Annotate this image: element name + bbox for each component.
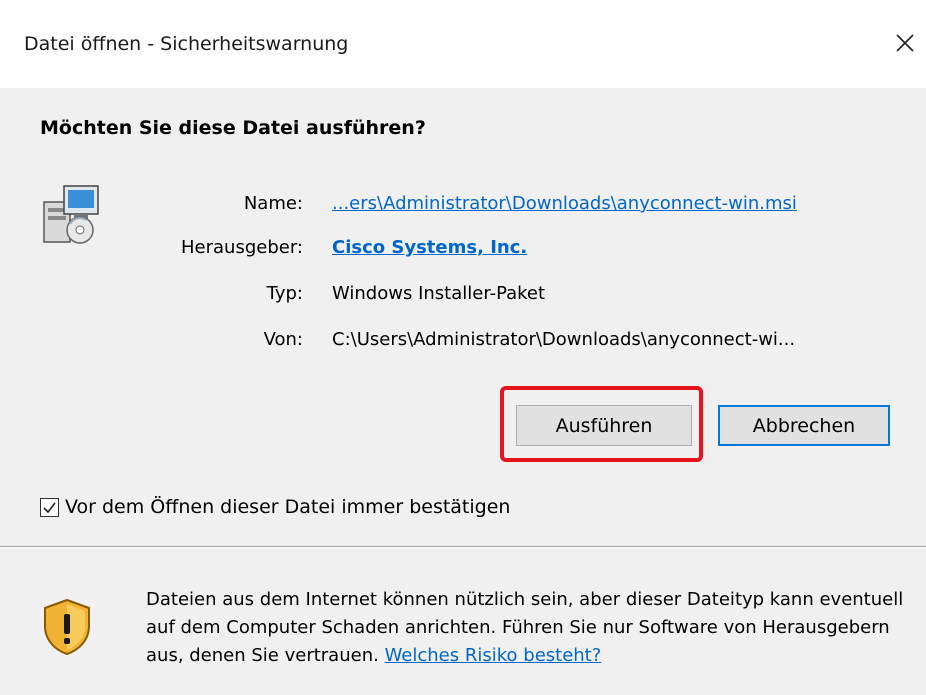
checkmark-icon [43,502,56,513]
close-icon [896,34,914,52]
warning-text: Dateien aus dem Internet können nützlich… [146,586,922,670]
confirm-checkbox-label: Vor dem Öffnen dieser Datei immer bestät… [65,496,511,518]
dialog-heading: Möchten Sie diese Datei ausführen? [40,117,426,139]
cancel-button[interactable]: Abbrechen [718,405,890,446]
close-button[interactable] [888,26,922,60]
type-label: Typ: [266,283,303,304]
type-value: Windows Installer-Paket [332,283,546,304]
window-title: Datei öffnen - Sicherheitswarnung [24,33,349,55]
run-button[interactable]: Ausführen [516,405,692,446]
shield-warning-icon [44,598,90,656]
name-label: Name: [243,193,303,214]
confirm-checkbox-row[interactable]: Vor dem Öffnen dieser Datei immer bestät… [40,496,510,518]
confirm-checkbox[interactable] [40,497,59,517]
divider-highlight [0,547,926,548]
title-bar: Datei öffnen - Sicherheitswarnung [0,0,926,88]
publisher-link[interactable]: Cisco Systems, Inc. [332,237,527,258]
from-label: Von: [263,329,303,350]
file-name-link[interactable]: ...ers\Administrator\Downloads\anyconnec… [332,193,797,214]
from-value: C:\Users\Administrator\Downloads\anyconn… [332,329,796,350]
publisher-label: Herausgeber: [181,237,303,258]
windows-installer-package-icon [43,185,99,244]
risk-info-link[interactable]: Welches Risiko besteht? [385,645,602,666]
